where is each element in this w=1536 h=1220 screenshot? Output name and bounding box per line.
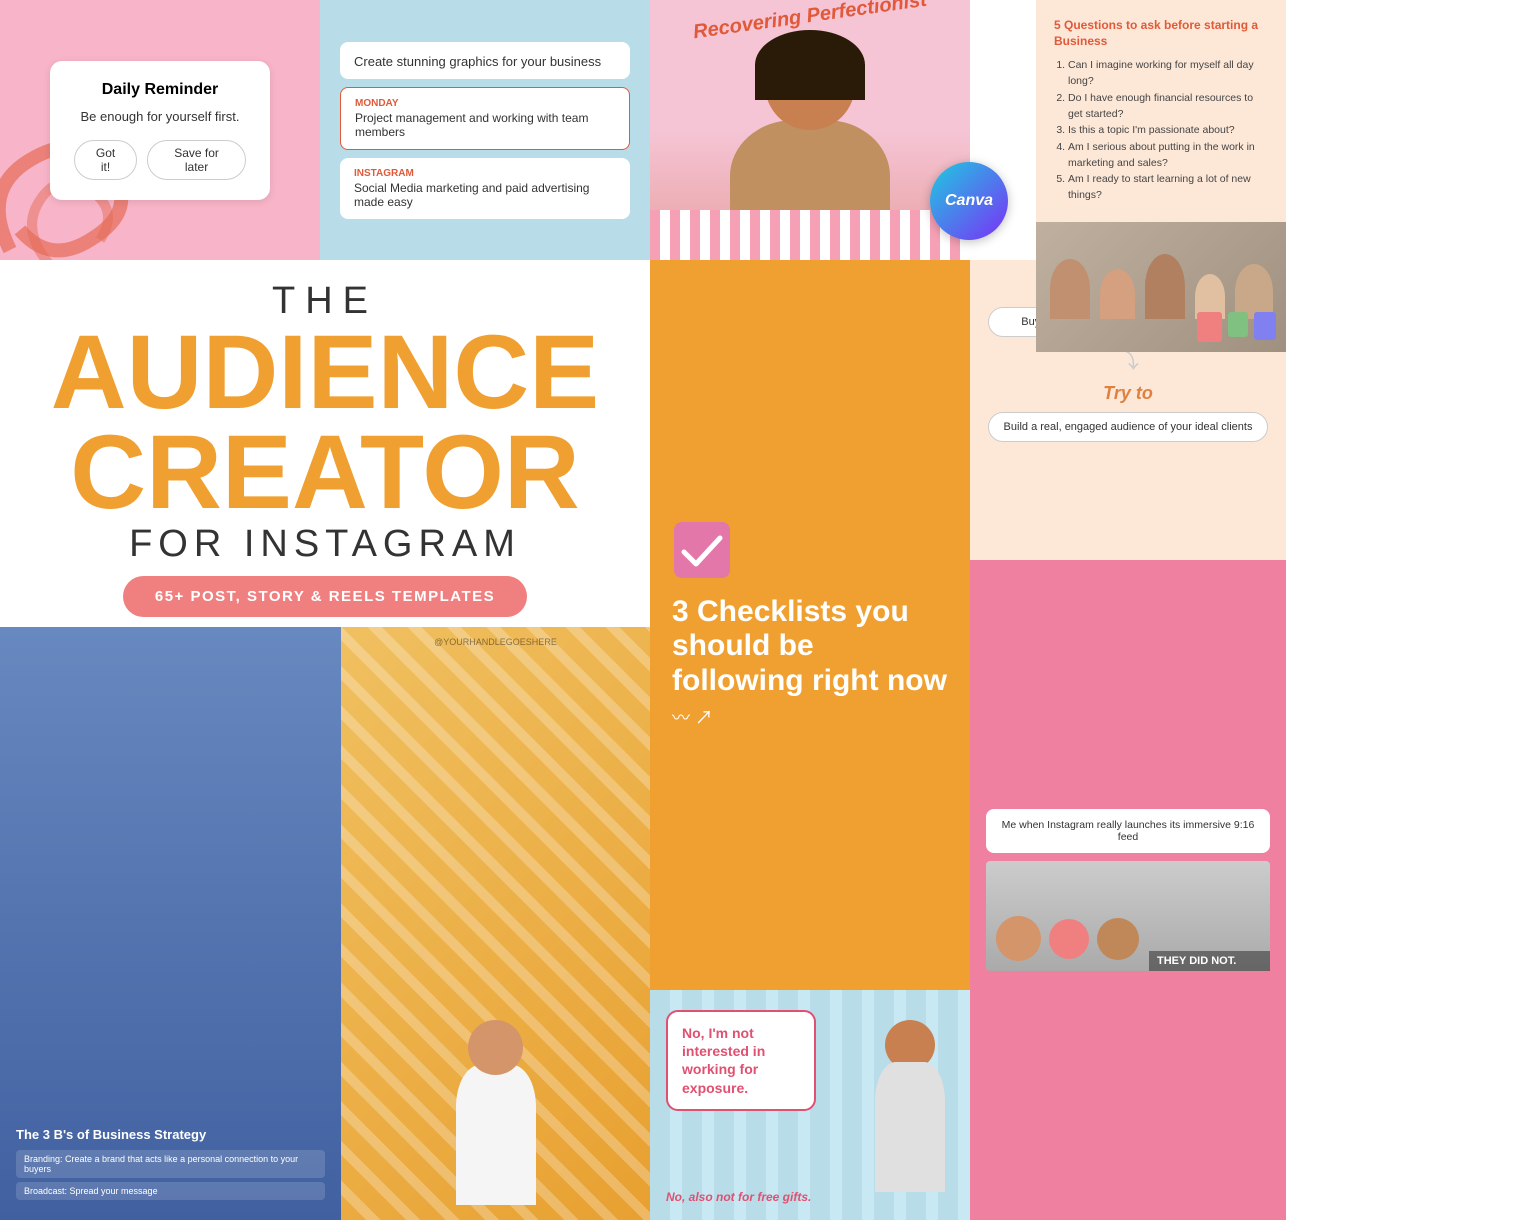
main-title-panel: THE AUDIENCE CREATOR FOR INSTAGRAM 65+ P… (0, 260, 650, 627)
top-section: Daily Reminder Be enough for yourself fi… (0, 0, 1286, 260)
blue-preview-panel: The 3 B's of Business Strategy Branding:… (0, 627, 341, 1220)
bottom-previews: The 3 B's of Business Strategy Branding:… (0, 627, 650, 1220)
templates-badge: 65+ POST, STORY & REELS TEMPLATES (123, 576, 527, 617)
squiggle-arrow: 〰 ↗ (672, 704, 948, 730)
recovering-panel: Recovering Perfectionist (650, 0, 970, 260)
checkmark-decoration (672, 520, 948, 585)
no-exposure-bubble: No, I'm not interested in working for ex… (666, 1010, 816, 1111)
instagram-card: INSTAGRAM Social Media marketing and pai… (340, 158, 630, 219)
monday-badge: MONDAY (355, 98, 615, 109)
tools-panel: Create stunning graphics for your busine… (320, 0, 650, 260)
canva-badge: Canva (930, 162, 1008, 240)
questions-heading: 5 Questions to ask before starting a Bus… (1054, 18, 1268, 49)
question-item-5: Am I ready to start learning a lot of ne… (1068, 171, 1268, 204)
title-audience: AUDIENCE (51, 323, 599, 423)
create-graphics-card: Create stunning graphics for your busine… (340, 42, 630, 79)
monday-card: MONDAY Project management and working wi… (340, 87, 630, 150)
far-right-column: 5 Questions to ask before starting a Bus… (1036, 0, 1286, 1220)
question-item-4: Am I serious about putting in the work i… (1068, 139, 1268, 172)
blue-preview-item2: Broadcast: Spread your message (16, 1182, 325, 1200)
instagram-badge: INSTAGRAM (354, 168, 616, 179)
checklists-heading: 3 Checklists you should be following rig… (672, 595, 948, 699)
create-text: Create stunning graphics for your busine… (354, 54, 616, 69)
checklists-panel: 3 Checklists you should be following rig… (650, 260, 970, 990)
whole-page: Daily Reminder Be enough for yourself fi… (0, 0, 1536, 1220)
people-photo (1036, 222, 1286, 352)
blue-preview-item1: Branding: Create a brand that acts like … (16, 1150, 325, 1178)
question-item-3: Is this a topic I'm passionate about? (1068, 122, 1268, 138)
monday-text: Project management and working with team… (355, 111, 615, 139)
question-item-1: Can I imagine working for myself all day… (1068, 57, 1268, 90)
daily-reminder-card: Daily Reminder Be enough for yourself fi… (50, 61, 270, 200)
questions-panel: 5 Questions to ask before starting a Bus… (1036, 0, 1286, 222)
daily-reminder-panel: Daily Reminder Be enough for yourself fi… (0, 0, 320, 260)
no-free-bubble: No, also not for free gifts. (666, 1190, 811, 1204)
daily-reminder-text: Be enough for yourself first. (74, 109, 246, 124)
canva-label: Canva (945, 192, 993, 210)
handle-label: @YOURHANDLEGOESHERE (341, 637, 650, 647)
blue-preview-title: The 3 B's of Business Strategy (16, 1127, 325, 1142)
save-for-later-button[interactable]: Save for later (147, 140, 246, 180)
got-it-button[interactable]: Got it! (74, 140, 137, 180)
questions-list: Can I imagine working for myself all day… (1054, 57, 1268, 203)
yellow-preview-panel: @YOURHANDLEGOESHERE (341, 627, 650, 1220)
left-column: THE AUDIENCE CREATOR FOR INSTAGRAM 65+ P… (0, 260, 650, 1220)
question-item-2: Do I have enough financial resources to … (1068, 90, 1268, 123)
daily-reminder-buttons: Got it! Save for later (74, 140, 246, 180)
person-figure-right (860, 1020, 960, 1220)
instagram-text: Social Media marketing and paid advertis… (354, 181, 616, 209)
recovering-wrapper: Recovering Perfectionist Canva (650, 0, 970, 260)
title-for-instagram: FOR INSTAGRAM (129, 523, 521, 566)
center-column: 3 Checklists you should be following rig… (650, 260, 970, 1220)
no-exposure-panel: No, I'm not interested in working for ex… (650, 990, 970, 1220)
title-creator: CREATOR (70, 423, 579, 523)
daily-reminder-title: Daily Reminder (74, 81, 246, 99)
